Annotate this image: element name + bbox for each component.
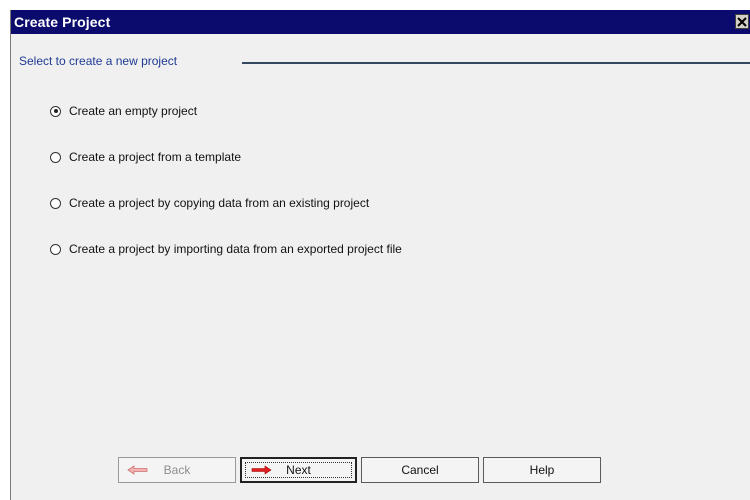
- create-project-dialog: Create Project Select to create a new pr…: [10, 10, 750, 500]
- option-copy-existing[interactable]: Create a project by copying data from an…: [50, 194, 369, 212]
- section-divider: [242, 62, 750, 64]
- option-label: Create an empty project: [69, 104, 198, 118]
- close-icon: [737, 16, 747, 27]
- radio-copy-existing[interactable]: [50, 197, 61, 209]
- option-label: Create a project by importing data from …: [69, 242, 402, 256]
- back-button-label: Back: [163, 463, 191, 477]
- radio-from-template[interactable]: [50, 151, 61, 163]
- close-button[interactable]: [735, 14, 749, 29]
- next-button-label: Next: [286, 463, 311, 477]
- left-arrow-icon: [127, 465, 148, 475]
- help-button[interactable]: Help: [483, 457, 601, 483]
- cancel-button[interactable]: Cancel: [361, 457, 479, 483]
- option-label: Create a project by copying data from an…: [69, 196, 370, 210]
- title-bar: Create Project: [11, 10, 750, 34]
- next-button[interactable]: Next: [240, 457, 357, 483]
- right-arrow-icon: [251, 465, 272, 475]
- dialog-title: Create Project: [14, 14, 111, 30]
- option-label: Create a project from a template: [69, 150, 242, 164]
- section-title: Select to create a new project: [19, 54, 178, 68]
- option-empty-project[interactable]: Create an empty project: [50, 102, 197, 120]
- radio-empty-project[interactable]: [50, 105, 61, 117]
- option-from-template[interactable]: Create a project from a template: [50, 148, 241, 166]
- option-import-exported[interactable]: Create a project by importing data from …: [50, 240, 402, 258]
- help-button-label: Help: [529, 463, 555, 477]
- radio-import-exported[interactable]: [50, 243, 61, 255]
- cancel-button-label: Cancel: [401, 463, 439, 477]
- back-button[interactable]: Back: [118, 457, 236, 483]
